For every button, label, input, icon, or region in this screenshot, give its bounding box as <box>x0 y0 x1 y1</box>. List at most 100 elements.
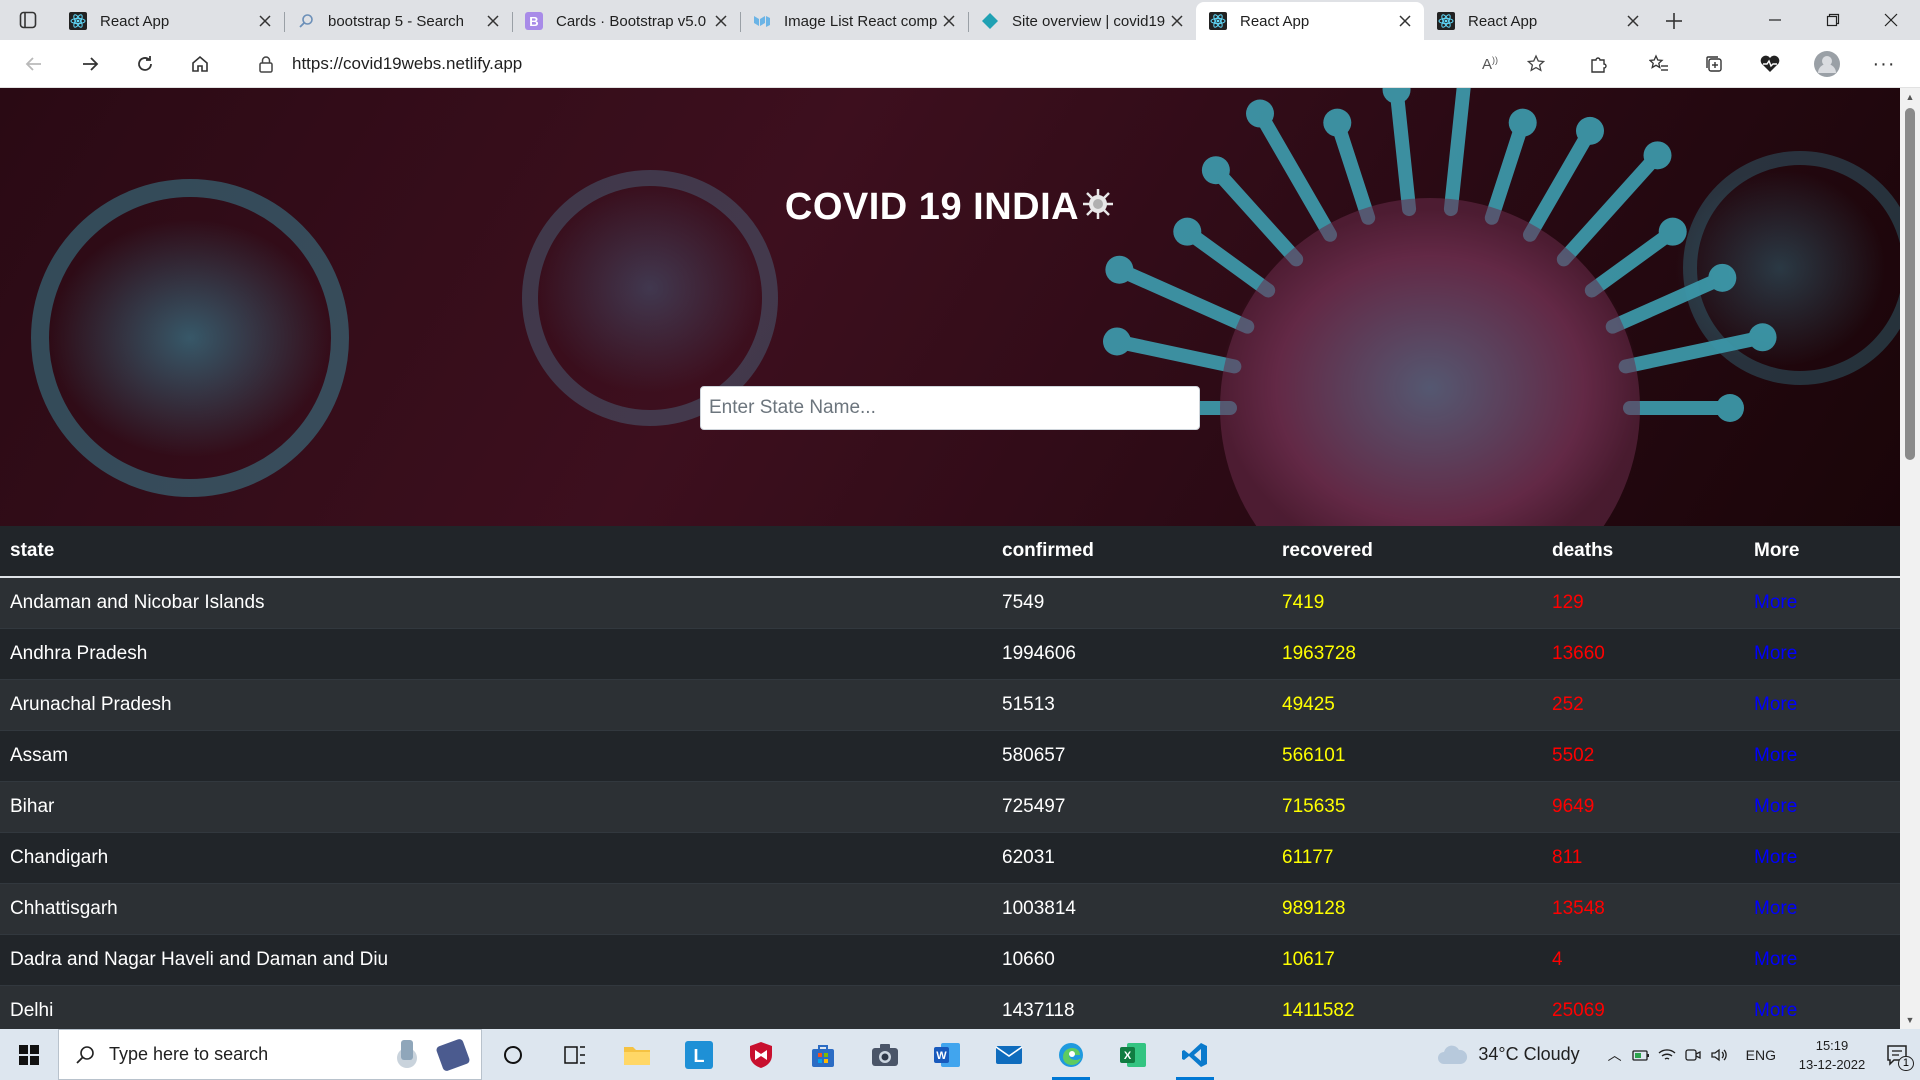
scroll-down-arrow-icon[interactable]: ▼ <box>1900 1011 1920 1029</box>
close-icon <box>1627 15 1639 27</box>
more-link[interactable]: More <box>1754 694 1797 715</box>
restore-button[interactable] <box>1804 0 1862 40</box>
virus-background-image <box>31 88 1900 526</box>
notification-center-button[interactable]: 1 <box>1874 1029 1920 1080</box>
meet-now-icon[interactable] <box>1680 1029 1706 1080</box>
more-link[interactable]: More <box>1754 847 1797 868</box>
clock[interactable]: 15:19 13-12-2022 <box>1790 1036 1874 1074</box>
word-button[interactable]: W <box>916 1029 978 1080</box>
input-language-indicator[interactable]: ENG <box>1746 1047 1776 1063</box>
more-link[interactable]: More <box>1754 745 1797 766</box>
more-link[interactable]: More <box>1754 643 1797 664</box>
browser-tab[interactable]: React App <box>56 2 284 40</box>
microsoft-store-button[interactable] <box>792 1029 854 1080</box>
camera-button[interactable] <box>854 1029 916 1080</box>
mcafee-button[interactable] <box>730 1029 792 1080</box>
page-title: COVID 19 INDIA <box>0 186 1900 231</box>
close-window-button[interactable] <box>1862 0 1920 40</box>
heart-pulse-icon <box>1760 55 1780 72</box>
more-dots-icon: ··· <box>1872 52 1896 75</box>
more-link[interactable]: More <box>1754 796 1797 817</box>
new-tab-button[interactable] <box>1652 2 1696 40</box>
taskbar-search-placeholder: Type here to search <box>109 1044 269 1064</box>
home-icon <box>192 55 208 72</box>
tab-close-button[interactable] <box>1624 12 1642 30</box>
scroll-thumb[interactable] <box>1905 108 1915 460</box>
more-link[interactable]: More <box>1754 592 1797 613</box>
excel-button[interactable]: X <box>1102 1029 1164 1080</box>
task-view-button[interactable] <box>544 1029 606 1080</box>
forward-button[interactable] <box>72 48 108 80</box>
cloud-icon <box>1438 1045 1468 1064</box>
address-bar[interactable]: https://covid19webs.netlify.app <box>236 46 1536 82</box>
app-l-button[interactable]: L <box>668 1029 730 1080</box>
more-link[interactable]: More <box>1754 898 1797 919</box>
favorites-button[interactable] <box>1641 48 1677 80</box>
table-row: Delhi 1437118 1411582 25069 More <box>0 985 1900 1029</box>
browser-tab[interactable]: React App <box>1424 2 1652 40</box>
home-button[interactable] <box>182 48 218 80</box>
browser-tab[interactable]: bootstrap 5 - Search <box>284 2 512 40</box>
states-table: state confirmed recovered deaths More An… <box>0 526 1900 1029</box>
tab-close-button[interactable] <box>940 12 958 30</box>
tab-close-button[interactable] <box>1396 12 1414 30</box>
back-button[interactable] <box>16 48 52 80</box>
word-icon: W <box>934 1042 960 1067</box>
page-scrollbar[interactable]: ▲ ▼ <box>1900 88 1920 1029</box>
settings-menu-button[interactable]: ··· <box>1866 48 1902 80</box>
browser-essentials-button[interactable] <box>1752 48 1788 80</box>
close-icon <box>259 15 271 27</box>
cell-state: Arunachal Pradesh <box>0 679 992 731</box>
svg-text:B: B <box>529 14 538 29</box>
minimize-button[interactable] <box>1746 0 1804 40</box>
file-explorer-button[interactable] <box>606 1029 668 1080</box>
task-view-cortana-button[interactable] <box>482 1029 544 1080</box>
state-search-input[interactable] <box>700 386 1200 430</box>
browser-tab[interactable]: B Cards · Bootstrap v5.0 <box>512 2 740 40</box>
edge-button[interactable] <box>1040 1029 1102 1080</box>
browser-tab[interactable]: Image List React comp <box>740 2 968 40</box>
vscode-button[interactable] <box>1164 1029 1226 1080</box>
lock-icon[interactable] <box>256 54 276 74</box>
tab-title: React App <box>100 12 170 30</box>
header-deaths[interactable]: deaths <box>1542 526 1744 578</box>
tab-close-button[interactable] <box>1168 12 1186 30</box>
start-button[interactable] <box>0 1029 58 1080</box>
cell-recovered: 7419 <box>1272 577 1542 629</box>
more-link[interactable]: More <box>1754 949 1797 970</box>
volume-icon[interactable] <box>1706 1029 1732 1080</box>
tab-actions-button[interactable] <box>0 0 56 40</box>
add-favorite-button[interactable] <box>1518 48 1554 80</box>
puzzle-icon <box>1591 57 1607 73</box>
close-icon <box>1884 13 1898 27</box>
scroll-up-arrow-icon[interactable]: ▲ <box>1900 88 1920 106</box>
more-link[interactable]: More <box>1754 1000 1797 1021</box>
edge-icon <box>1059 1042 1083 1067</box>
header-recovered[interactable]: recovered <box>1272 526 1542 578</box>
react-icon <box>68 11 88 31</box>
extensions-button[interactable] <box>1580 48 1616 80</box>
profile-button[interactable] <box>1809 48 1845 80</box>
read-aloud-button[interactable]: A)) <box>1472 48 1508 80</box>
cell-deaths: 4 <box>1542 934 1744 986</box>
wifi-icon[interactable] <box>1654 1029 1680 1080</box>
battery-icon[interactable] <box>1628 1029 1654 1080</box>
refresh-button[interactable] <box>127 48 163 80</box>
close-icon <box>1399 15 1411 27</box>
weather-widget[interactable]: 34°C Cloudy <box>1436 1044 1580 1066</box>
browser-tab[interactable]: React App <box>1196 2 1424 40</box>
collections-button[interactable] <box>1696 48 1732 80</box>
header-state[interactable]: state <box>0 526 992 578</box>
browser-tab[interactable]: Site overview | covid19 <box>968 2 1196 40</box>
mail-button[interactable] <box>978 1029 1040 1080</box>
cell-confirmed: 1003814 <box>992 883 1272 935</box>
tab-close-button[interactable] <box>712 12 730 30</box>
store-bag-icon <box>812 1044 834 1067</box>
header-confirmed[interactable]: confirmed <box>992 526 1272 578</box>
show-hidden-icons-button[interactable]: ︿ <box>1602 1029 1628 1080</box>
netlify-icon <box>980 11 1000 31</box>
taskbar-search-box[interactable]: Type here to search <box>58 1029 482 1080</box>
tab-close-button[interactable] <box>484 12 502 30</box>
tab-close-button[interactable] <box>256 12 274 30</box>
url-text[interactable]: https://covid19webs.netlify.app <box>292 54 522 74</box>
